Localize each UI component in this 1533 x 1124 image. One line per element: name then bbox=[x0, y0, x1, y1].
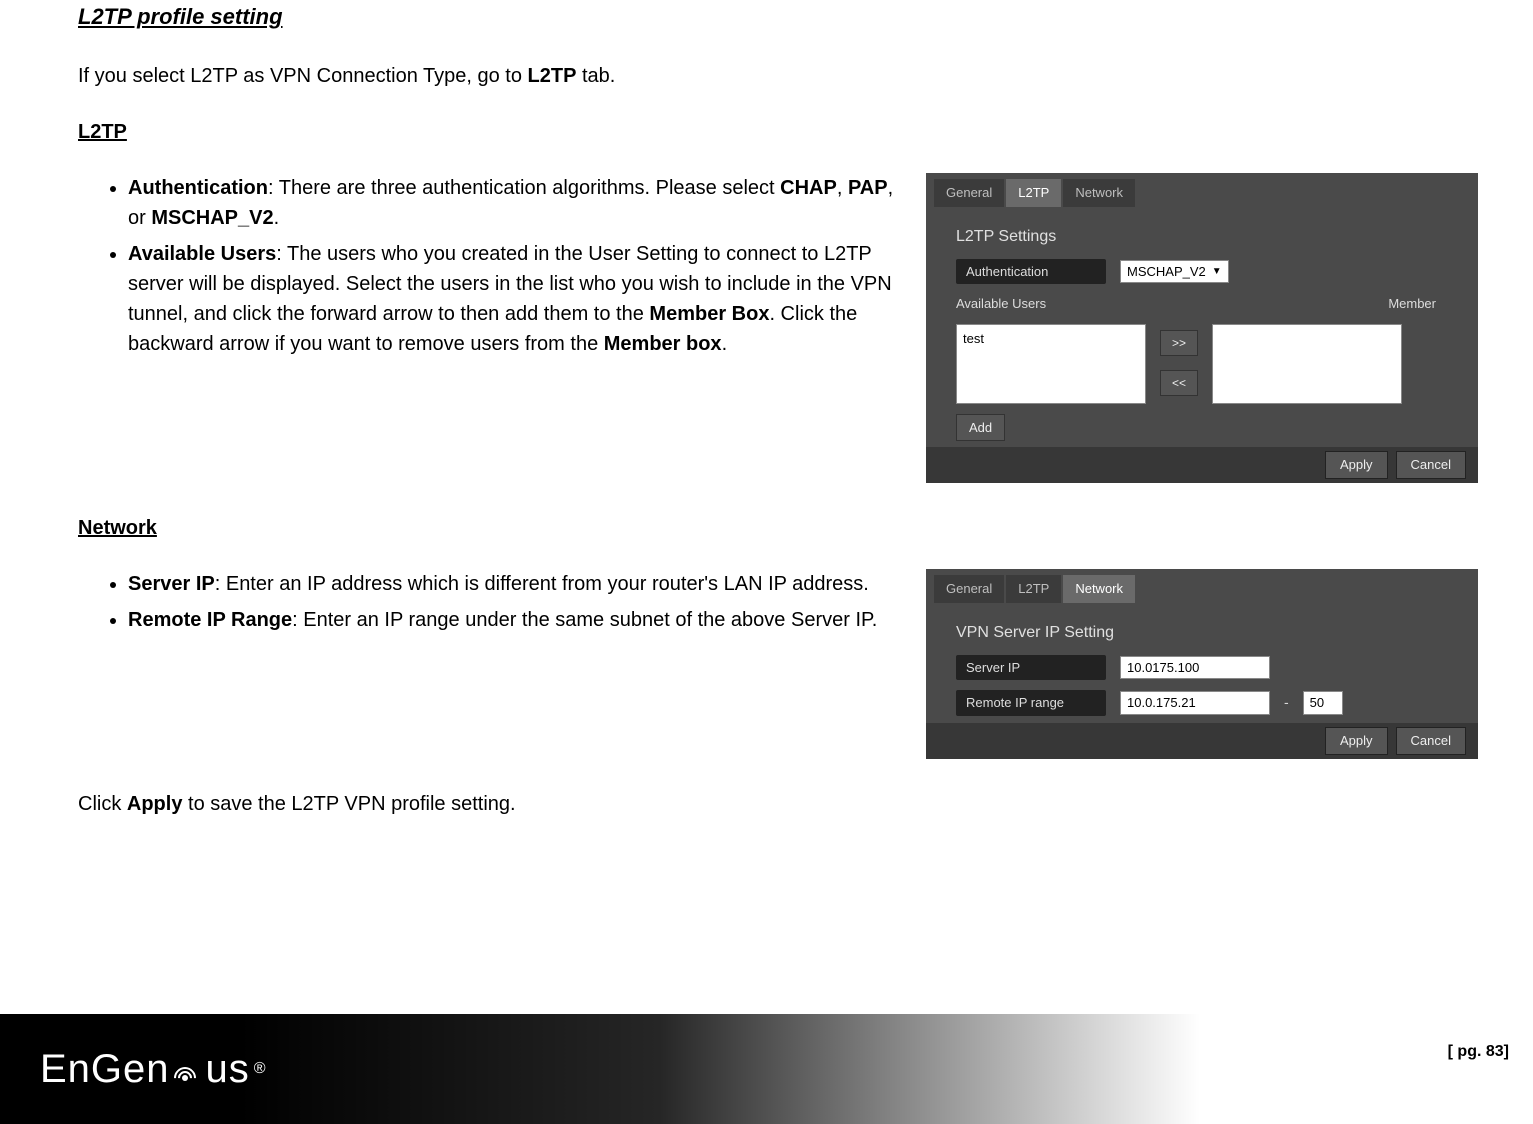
l2tp-settings-screenshot: General L2TP Network L2TP Settings Authe… bbox=[926, 173, 1478, 483]
auth-dropdown[interactable]: MSCHAP_V2 ▼ bbox=[1120, 260, 1229, 284]
serverip-text: : Enter an IP address which is different… bbox=[215, 573, 869, 595]
l2tp-bullet-auth: Authentication: There are three authenti… bbox=[128, 173, 908, 233]
section-title: L2TP profile setting bbox=[78, 0, 1478, 33]
apply-bold: Apply bbox=[127, 793, 183, 815]
cancel-button[interactable]: Cancel bbox=[1396, 451, 1466, 479]
l2tp-subheading: L2TP bbox=[78, 117, 127, 147]
chevron-down-icon: ▼ bbox=[1212, 264, 1222, 279]
footer-band: EnGenus® bbox=[0, 1014, 1200, 1124]
l2tp-panel-title: L2TP Settings bbox=[956, 225, 1448, 249]
apply-post: to save the L2TP VPN profile setting. bbox=[182, 793, 515, 815]
users-end: . bbox=[722, 333, 728, 355]
available-user-item[interactable]: test bbox=[963, 329, 1139, 349]
page-number: [ pg. 83] bbox=[1448, 1040, 1509, 1064]
network-settings-screenshot: General L2TP Network VPN Server IP Setti… bbox=[926, 569, 1478, 759]
remote-range-label: Remote IP range bbox=[956, 690, 1106, 716]
users-boldA: Member Box bbox=[649, 303, 769, 325]
users-lead: Available Users bbox=[128, 243, 276, 265]
tabs-row-2: General L2TP Network bbox=[926, 569, 1478, 603]
apply-note: Click Apply to save the L2TP VPN profile… bbox=[78, 789, 1478, 819]
tabs-row: General L2TP Network bbox=[926, 173, 1478, 207]
remote-range-start-input[interactable]: 10.0.175.21 bbox=[1120, 691, 1270, 715]
network-bottom-bar: Apply Cancel bbox=[926, 723, 1478, 759]
network-panel-title: VPN Server IP Setting bbox=[956, 621, 1448, 645]
tab-l2tp-2[interactable]: L2TP bbox=[1006, 575, 1061, 603]
member-listbox[interactable] bbox=[1212, 324, 1402, 404]
network-subheading: Network bbox=[78, 513, 157, 543]
auth-dropdown-value: MSCHAP_V2 bbox=[1127, 262, 1206, 282]
auth-sep1: , bbox=[837, 177, 848, 199]
brand-part-a: EnGen bbox=[40, 1039, 170, 1099]
intro-paragraph: If you select L2TP as VPN Connection Typ… bbox=[78, 61, 1478, 91]
remote-range-end-input[interactable]: 50 bbox=[1303, 691, 1343, 715]
auth-text1: : There are three authentication algorit… bbox=[268, 177, 780, 199]
tab-network[interactable]: Network bbox=[1063, 179, 1135, 207]
tab-l2tp[interactable]: L2TP bbox=[1006, 179, 1061, 207]
registered-mark: ® bbox=[254, 1057, 267, 1081]
range-text: : Enter an IP range under the same subne… bbox=[292, 609, 877, 631]
intro-bold: L2TP bbox=[528, 65, 577, 87]
apply-pre: Click bbox=[78, 793, 127, 815]
tab-general[interactable]: General bbox=[934, 179, 1004, 207]
tab-network-2[interactable]: Network bbox=[1063, 575, 1135, 603]
l2tp-bottom-bar: Apply Cancel bbox=[926, 447, 1478, 483]
wifi-icon bbox=[174, 1049, 202, 1089]
range-lead: Remote IP Range bbox=[128, 609, 292, 631]
cancel-button-2[interactable]: Cancel bbox=[1396, 727, 1466, 755]
add-member-button[interactable]: >> bbox=[1160, 330, 1198, 356]
l2tp-bullets: Authentication: There are three authenti… bbox=[78, 173, 908, 359]
available-users-label: Available Users bbox=[956, 294, 1046, 314]
apply-button-2[interactable]: Apply bbox=[1325, 727, 1388, 755]
serverip-lead: Server IP bbox=[128, 573, 215, 595]
network-bullet-range: Remote IP Range: Enter an IP range under… bbox=[128, 605, 908, 635]
remove-member-button[interactable]: << bbox=[1160, 370, 1198, 396]
member-label: Member bbox=[1388, 294, 1436, 314]
auth-end: . bbox=[274, 207, 280, 229]
add-button[interactable]: Add bbox=[956, 414, 1005, 442]
network-bullet-serverip: Server IP: Enter an IP address which is … bbox=[128, 569, 908, 599]
l2tp-bullet-users: Available Users: The users who you creat… bbox=[128, 239, 908, 359]
tab-general-2[interactable]: General bbox=[934, 575, 1004, 603]
auth-field-label: Authentication bbox=[956, 259, 1106, 285]
server-ip-input[interactable]: 10.0175.100 bbox=[1120, 656, 1270, 680]
available-users-listbox[interactable]: test bbox=[956, 324, 1146, 404]
range-dash: - bbox=[1284, 692, 1289, 713]
server-ip-label: Server IP bbox=[956, 655, 1106, 681]
users-boldB: Member box bbox=[604, 333, 722, 355]
auth-opt2: PAP bbox=[848, 177, 888, 199]
apply-button[interactable]: Apply bbox=[1325, 451, 1388, 479]
auth-lead: Authentication bbox=[128, 177, 268, 199]
brand-logo: EnGenus® bbox=[40, 1039, 267, 1099]
auth-opt1: CHAP bbox=[780, 177, 837, 199]
network-bullets: Server IP: Enter an IP address which is … bbox=[78, 569, 908, 635]
auth-opt3: MSCHAP_V2 bbox=[151, 207, 273, 229]
brand-part-b: us bbox=[206, 1039, 250, 1099]
intro-post: tab. bbox=[576, 65, 615, 87]
intro-pre: If you select L2TP as VPN Connection Typ… bbox=[78, 65, 528, 87]
